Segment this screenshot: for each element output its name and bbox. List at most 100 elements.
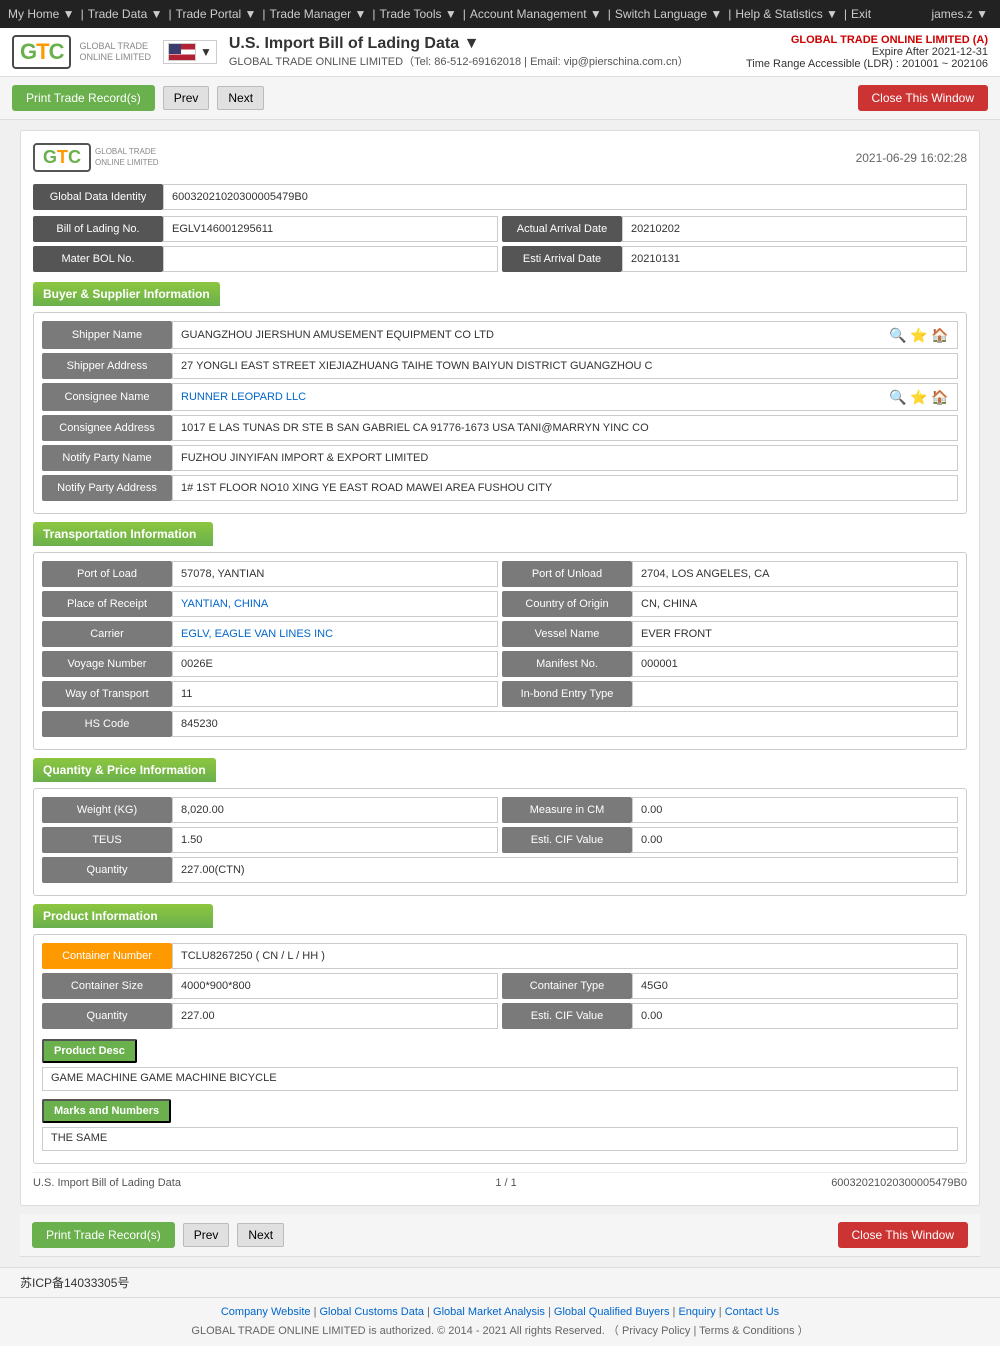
- carrier-row: Carrier EGLV, EAGLE VAN LINES INC: [42, 621, 498, 647]
- measure-label: Measure in CM: [502, 797, 632, 823]
- product-info-box: Container Number TCLU8267250 ( CN / L / …: [33, 934, 967, 1164]
- nav-item-help[interactable]: Help & Statistics ▼: [735, 7, 838, 21]
- container-type-row: Container Type 45G0: [502, 973, 958, 999]
- shipper-name-label: Shipper Name: [42, 321, 172, 349]
- actual-arrival-row: Actual Arrival Date 20210202: [502, 216, 967, 242]
- shipper-name-row: Shipper Name GUANGZHOU JIERSHUN AMUSEMEN…: [42, 321, 958, 349]
- user-menu[interactable]: james.z ▼: [931, 7, 988, 21]
- transportation-box: Port of Load 57078, YANTIAN Port of Unlo…: [33, 552, 967, 750]
- country-origin-value: CN, CHINA: [632, 591, 958, 617]
- marks-button[interactable]: Marks and Numbers: [42, 1099, 171, 1123]
- place-receipt-value: YANTIAN, CHINA: [172, 591, 498, 617]
- cif-value: 0.00: [632, 827, 958, 853]
- nav-item-trade-portal[interactable]: Trade Portal ▼: [176, 7, 257, 21]
- next-button-top[interactable]: Next: [217, 86, 264, 110]
- print-button-bottom[interactable]: Print Trade Record(s): [32, 1222, 175, 1248]
- product-cif-label: Esti. CIF Value: [502, 1003, 632, 1029]
- card-timestamp: 2021-06-29 16:02:28: [856, 151, 967, 165]
- inbond-row: In-bond Entry Type: [502, 681, 958, 707]
- footer-link-enquiry[interactable]: Enquiry: [678, 1306, 715, 1318]
- hs-code-value: 845230: [172, 711, 958, 737]
- actual-arrival-value: 20210202: [622, 216, 967, 242]
- nav-item-trade-tools[interactable]: Trade Tools ▼: [379, 7, 456, 21]
- global-data-identity-label: Global Data Identity: [33, 184, 163, 210]
- record-card: GTC GLOBAL TRADEONLINE LIMITED 2021-06-2…: [20, 130, 980, 1206]
- voyage-value: 0026E: [172, 651, 498, 677]
- footer-link-customs[interactable]: Global Customs Data: [320, 1306, 425, 1318]
- close-button-top[interactable]: Close This Window: [858, 85, 988, 111]
- page-header: GTC GLOBAL TRADEONLINE LIMITED ▼ U.S. Im…: [0, 28, 1000, 77]
- close-button-bottom[interactable]: Close This Window: [838, 1222, 968, 1248]
- footer-link-buyers[interactable]: Global Qualified Buyers: [554, 1306, 670, 1318]
- logo-subtext: GLOBAL TRADEONLINE LIMITED: [79, 41, 151, 63]
- top-navigation: My Home ▼ | Trade Data ▼ | Trade Portal …: [0, 0, 1000, 28]
- flag-selector[interactable]: ▼: [163, 40, 217, 64]
- manifest-value: 000001: [632, 651, 958, 677]
- marks-text: THE SAME: [42, 1127, 958, 1151]
- bol-arrival-row: Bill of Lading No. EGLV146001295611 Actu…: [33, 216, 967, 242]
- way-transport-label: Way of Transport: [42, 681, 172, 707]
- consignee-name-value: RUNNER LEOPARD LLC 🔍 ⭐ 🏠: [172, 383, 958, 411]
- shipper-star-icon[interactable]: ⭐: [910, 326, 928, 344]
- carrier-vessel-row: Carrier EGLV, EAGLE VAN LINES INC Vessel…: [42, 621, 958, 647]
- nav-item-trade-manager[interactable]: Trade Manager ▼: [270, 7, 367, 21]
- shipper-search-icon[interactable]: 🔍: [889, 326, 907, 344]
- shipper-address-value: 27 YONGLI EAST STREET XIEJIAZHUANG TAIHE…: [172, 353, 958, 379]
- country-origin-row: Country of Origin CN, CHINA: [502, 591, 958, 617]
- bol-label: Bill of Lading No.: [33, 216, 163, 242]
- container-size-value: 4000*900*800: [172, 973, 498, 999]
- teus-label: TEUS: [42, 827, 172, 853]
- print-button-top[interactable]: Print Trade Record(s): [12, 85, 155, 111]
- consignee-home-icon[interactable]: 🏠: [931, 388, 949, 406]
- transport-inbond-row: Way of Transport 11 In-bond Entry Type: [42, 681, 958, 707]
- port-unload-label: Port of Unload: [502, 561, 632, 587]
- buyer-supplier-section: Buyer & Supplier Information Shipper Nam…: [33, 282, 967, 514]
- nav-item-exit[interactable]: Exit: [851, 7, 871, 21]
- next-button-bottom[interactable]: Next: [237, 1223, 284, 1247]
- product-desc-button[interactable]: Product Desc: [42, 1039, 137, 1063]
- main-content: GTC GLOBAL TRADEONLINE LIMITED 2021-06-2…: [0, 120, 1000, 1267]
- global-data-identity-value: 60032021020300005479B0: [163, 184, 967, 210]
- cif-row: Esti. CIF Value 0.00: [502, 827, 958, 853]
- way-transport-row: Way of Transport 11: [42, 681, 498, 707]
- nav-item-switch-language[interactable]: Switch Language ▼: [615, 7, 722, 21]
- port-unload-value: 2704, LOS ANGELES, CA: [632, 561, 958, 587]
- country-origin-label: Country of Origin: [502, 591, 632, 617]
- nav-item-account-management[interactable]: Account Management ▼: [470, 7, 602, 21]
- product-cif-row: Esti. CIF Value 0.00: [502, 1003, 958, 1029]
- vessel-label: Vessel Name: [502, 621, 632, 647]
- notify-party-name-value: FUZHOU JINYIFAN IMPORT & EXPORT LIMITED: [172, 445, 958, 471]
- nav-item-home[interactable]: My Home ▼: [8, 7, 75, 21]
- footer-link-company[interactable]: Company Website: [221, 1306, 311, 1318]
- product-qty-row: Quantity 227.00: [42, 1003, 498, 1029]
- marks-area: Marks and Numbers THE SAME: [42, 1095, 958, 1151]
- footer-link-contact[interactable]: Contact Us: [725, 1306, 779, 1318]
- header-title-area: U.S. Import Bill of Lading Data ▼ GLOBAL…: [229, 35, 746, 69]
- prev-button-bottom[interactable]: Prev: [183, 1223, 230, 1247]
- cif-label: Esti. CIF Value: [502, 827, 632, 853]
- esti-arrival-field: Esti Arrival Date 20210131: [502, 246, 967, 272]
- buyer-supplier-header: Buyer & Supplier Information: [33, 282, 220, 306]
- notify-party-address-value: 1# 1ST FLOOR NO10 XING YE EAST ROAD MAWE…: [172, 475, 958, 501]
- consignee-search-icon[interactable]: 🔍: [889, 388, 907, 406]
- quantity-label: Quantity: [42, 857, 172, 883]
- notify-party-address-label: Notify Party Address: [42, 475, 172, 501]
- nav-item-trade-data[interactable]: Trade Data ▼: [88, 7, 163, 21]
- footer-link-market[interactable]: Global Market Analysis: [433, 1306, 545, 1318]
- voyage-label: Voyage Number: [42, 651, 172, 677]
- quantity-value: 227.00(CTN): [172, 857, 958, 883]
- voyage-row: Voyage Number 0026E: [42, 651, 498, 677]
- carrier-label: Carrier: [42, 621, 172, 647]
- consignee-star-icon[interactable]: ⭐: [910, 388, 928, 406]
- actual-arrival-label: Actual Arrival Date: [502, 216, 622, 242]
- shipper-home-icon[interactable]: 🏠: [931, 326, 949, 344]
- weight-measure-row: Weight (KG) 8,020.00 Measure in CM 0.00: [42, 797, 958, 823]
- company-link[interactable]: GLOBAL TRADE ONLINE LIMITED (A): [746, 34, 988, 46]
- mater-bol-value: [163, 246, 498, 272]
- header-right: GLOBAL TRADE ONLINE LIMITED (A) Expire A…: [746, 34, 988, 70]
- port-load-label: Port of Load: [42, 561, 172, 587]
- shipper-name-value: GUANGZHOU JIERSHUN AMUSEMENT EQUIPMENT C…: [172, 321, 958, 349]
- prev-button-top[interactable]: Prev: [163, 86, 210, 110]
- product-qty-value: 227.00: [172, 1003, 498, 1029]
- card-logo: GTC: [33, 143, 91, 172]
